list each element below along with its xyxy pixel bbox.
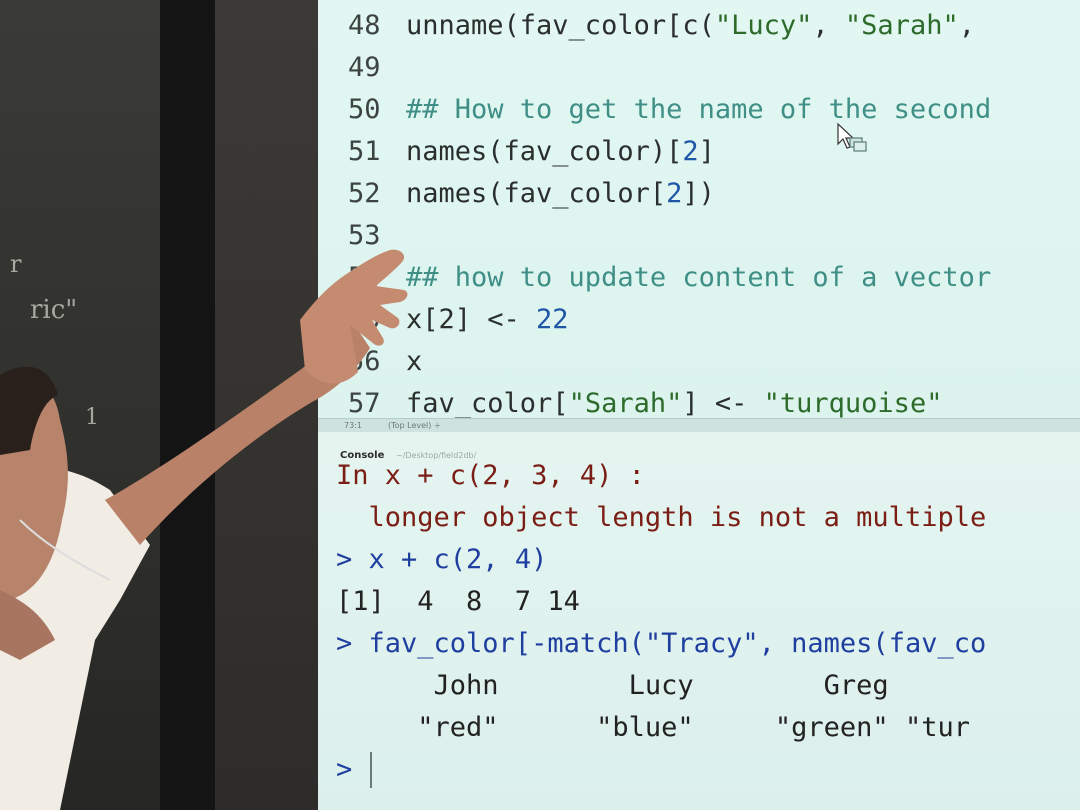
code-token: unname(fav_color[c( — [406, 10, 715, 41]
code-token: "Sarah" — [844, 10, 959, 41]
line-number: 50 — [348, 94, 381, 125]
code-line[interactable]: 50 ## How to get the name of the second — [348, 90, 991, 130]
console-line: > — [336, 750, 352, 790]
line-number: 53 — [348, 220, 381, 251]
line-number: 55 — [348, 304, 381, 335]
code-line[interactable]: 55 x[2] <- 22 — [348, 300, 569, 340]
code-line[interactable]: 49 — [348, 48, 406, 88]
console-token: "red" "blue" "green" "tur — [336, 712, 970, 743]
code-token: names(fav_color)[ — [406, 136, 683, 167]
cursor-position: 73:1 — [344, 421, 362, 430]
code-line[interactable]: 53 — [348, 216, 406, 256]
code-token: 2 — [666, 178, 683, 209]
console-token: In x + c(2, 3, 4) : — [336, 460, 645, 491]
line-number: 49 — [348, 52, 381, 83]
code-token: x — [406, 346, 423, 377]
board-frame — [160, 0, 215, 810]
line-number: 51 — [348, 136, 381, 167]
projected-rstudio-screen: 48 unname(fav_color[c("Lucy", "Sarah", 49 5… — [318, 0, 1080, 810]
code-line[interactable]: 56 x — [348, 342, 422, 382]
editor-status-bar: 73:1 (Top Level) ÷ — [318, 418, 1080, 433]
code-token: x[2] <- — [406, 304, 537, 335]
arrow-pointer-icon — [837, 122, 867, 152]
console-line: John Lucy Greg — [336, 666, 889, 706]
console-token: [1] 4 8 7 14 — [336, 586, 580, 617]
wall-strip — [215, 0, 320, 810]
console-line: In x + c(2, 3, 4) : — [336, 456, 645, 496]
code-token: , — [958, 10, 975, 41]
console-token: longer object length is not a multiple — [336, 502, 987, 533]
code-line[interactable]: 51 names(fav_color)[2] — [348, 132, 715, 172]
code-token: ## how to update content of a vector — [406, 262, 992, 293]
code-token: "Sarah" — [568, 388, 683, 419]
console-line: [1] 4 8 7 14 — [336, 582, 580, 622]
whiteboard-scribble: ric" — [30, 295, 78, 325]
code-line[interactable]: 52 names(fav_color[2]) — [348, 174, 715, 214]
line-number: 48 — [348, 10, 381, 41]
code-token: ] <- — [682, 388, 764, 419]
code-token: ]) — [682, 178, 715, 209]
code-token: 22 — [536, 304, 569, 335]
console-token: > — [336, 754, 353, 785]
code-line[interactable]: 54 ## how to update content of a vector — [348, 258, 991, 298]
source-editor[interactable]: 48 unname(fav_color[c("Lucy", "Sarah", 49 5… — [318, 0, 1080, 419]
code-token: fav_color[ — [406, 388, 569, 419]
console-token: > — [336, 544, 369, 575]
console-token: x + c(2, 4) — [368, 544, 548, 575]
code-token: "turquoise" — [763, 388, 943, 419]
console-line: longer object length is not a multiple — [336, 498, 987, 538]
whiteboard-scribble: r — [10, 250, 22, 278]
code-token: names(fav_color[ — [406, 178, 667, 209]
code-token: ## How to get the name of the second — [406, 94, 992, 125]
console-token: > — [336, 628, 369, 659]
line-number: 52 — [348, 178, 381, 209]
scope-selector[interactable]: (Top Level) ÷ — [388, 419, 441, 433]
text-caret — [370, 752, 372, 788]
console-line: > fav_color[-match("Tracy", names(fav_co — [336, 624, 986, 664]
console-line: "red" "blue" "green" "tur — [336, 708, 970, 748]
code-token: , — [812, 10, 845, 41]
whiteboard-scribble: 1 — [85, 405, 99, 430]
code-token: "Lucy" — [714, 10, 813, 41]
console-line: > x + c(2, 4) — [336, 540, 547, 580]
code-token: ] — [698, 136, 715, 167]
classroom-wall: r ric" 1 — [0, 0, 160, 810]
console-token: John Lucy Greg — [336, 670, 889, 701]
line-number: 54 — [348, 262, 381, 293]
line-number: 56 — [348, 346, 381, 377]
console-token: fav_color[-match("Tracy", names(fav_co — [368, 628, 987, 659]
code-line[interactable]: 48 unname(fav_color[c("Lucy", "Sarah", — [348, 6, 975, 46]
code-token: 2 — [682, 136, 699, 167]
console-pane[interactable]: In x + c(2, 3, 4) : longer object length… — [318, 460, 1080, 810]
